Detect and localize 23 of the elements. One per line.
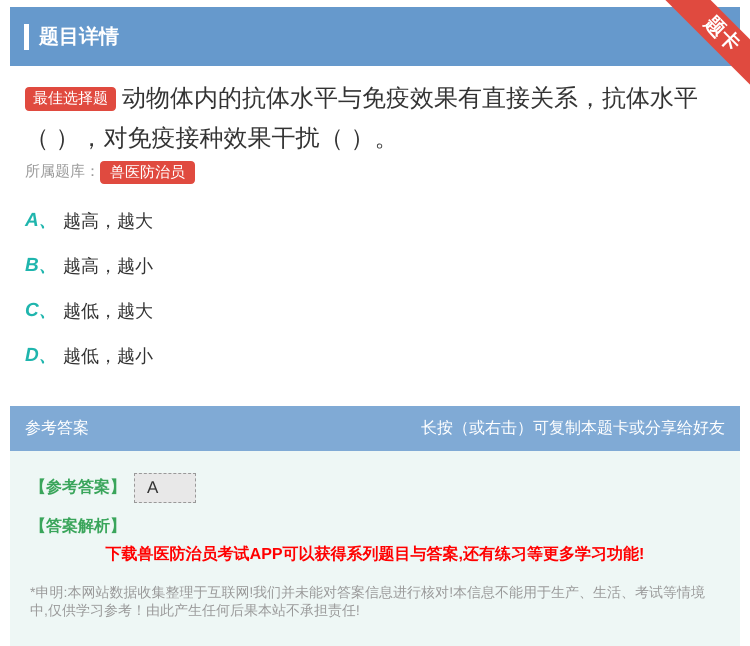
option-text: 越低，越小 — [63, 345, 153, 368]
answer-value: A — [134, 473, 196, 503]
bank-badge: 兽医防治员 — [100, 161, 195, 184]
analysis-label: 【答案解析】 — [30, 518, 126, 535]
option-letter: C、 — [25, 299, 59, 324]
bank-label: 所属题库： — [25, 162, 100, 182]
question-text: 动物体内的抗体水平与免疫效果有直接关系，抗体水平 — [122, 84, 698, 114]
answer-label: 【参考答案】 — [30, 477, 126, 498]
type-badge: 最佳选择题 — [25, 87, 116, 111]
disclaimer-text: *申明:本网站数据收集整理于互联网!我们并未能对答案信息进行核对!本信息不能用于生产、生活、考试等情境中,仅供学习参考！由此产生任何后果本站不承担责任! — [30, 583, 706, 619]
page-title: 题目详情 — [39, 24, 119, 50]
answer-bar-title: 参考答案 — [25, 418, 89, 438]
option-letter: B、 — [25, 254, 59, 278]
option-text: 越低，越大 — [63, 300, 153, 323]
accent-mark — [24, 24, 29, 50]
option-letter: D、 — [25, 344, 59, 368]
option-text: 越高，越大 — [63, 210, 153, 233]
option-letter: A、 — [25, 209, 59, 234]
ribbon-label: 题卡 — [699, 11, 745, 58]
share-hint: 长按（或右击）可复制本题卡或分享给好友 — [421, 418, 725, 438]
question-text: （ ），对免疫接种效果干扰（ ）。 — [25, 125, 398, 152]
option-text: 越高，越小 — [63, 255, 153, 278]
promo-text: 下载兽医防治员考试APP可以获得系列题目与答案,还有练习等更多学习功能! — [106, 546, 644, 563]
